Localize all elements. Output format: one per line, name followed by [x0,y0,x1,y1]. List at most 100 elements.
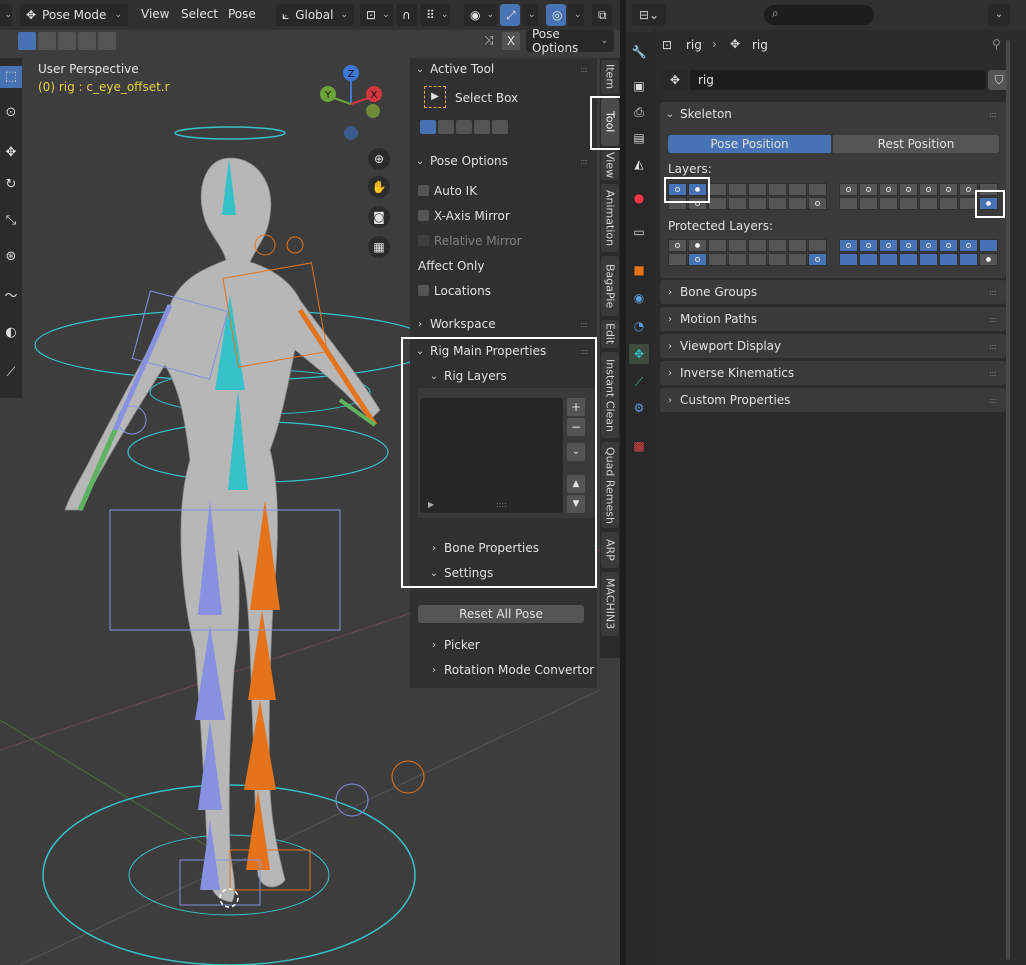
protected-layers-grid-right[interactable] [839,239,999,267]
tab-quad-remesh[interactable]: Quad Remesh [601,442,619,528]
select-subtract-icon[interactable] [58,32,76,50]
layer-toggle[interactable] [748,239,767,252]
layer-toggle[interactable] [728,197,747,210]
mode-subtract-icon[interactable] [456,120,472,134]
layer-toggle[interactable] [748,197,767,210]
layer-toggle[interactable] [839,183,858,196]
physics-icon[interactable]: ◔ [629,316,649,336]
tool-settings-icon[interactable]: 🔧 [629,42,649,62]
layer-toggle[interactable] [939,183,958,196]
scene-icon[interactable]: ◭ [629,154,649,174]
select-box-icon[interactable]: ▶ [424,86,446,108]
grip-icon[interactable]: :::: [580,320,588,329]
layer-toggle[interactable] [788,239,807,252]
layer-toggle[interactable] [788,197,807,210]
grip-icon[interactable]: :::: [989,342,997,351]
editor-type-button[interactable]: ⊟⌄ [632,4,666,26]
visibility-button[interactable]: ◉ ⌄ [464,4,498,26]
reset-all-pose-button[interactable]: Reset All Pose [418,605,584,623]
tab-bagapie[interactable]: BagaPie [601,256,619,316]
editor-type-button[interactable]: ⌄ [0,4,12,26]
layer-toggle[interactable] [748,183,767,196]
menu-view[interactable]: View [141,7,169,21]
select-invert-icon[interactable] [78,32,96,50]
tab-arp[interactable]: ARP [601,532,619,568]
layer-toggle[interactable] [839,253,858,266]
rotation-mode-convertor-header[interactable]: › Rotation Mode Convertor [424,659,597,681]
snap-toggle[interactable]: ∩ [396,4,418,26]
layer-toggle[interactable] [899,239,918,252]
rotate-tool-icon[interactable]: ↻ [0,174,22,196]
layer-toggle[interactable] [919,253,938,266]
layer-toggle[interactable] [959,239,978,252]
tab-edit[interactable]: Edit [601,320,619,348]
camera-icon[interactable]: ◙ [368,206,390,228]
layer-toggle[interactable] [879,197,898,210]
layer-toggle[interactable] [879,183,898,196]
layer-toggle[interactable] [899,183,918,196]
select-intersect-icon[interactable] [98,32,116,50]
output-icon[interactable]: ⎙ [629,102,649,122]
layer-toggle[interactable] [768,239,787,252]
tab-view[interactable]: View [601,150,619,180]
grip-icon[interactable]: :::: [580,157,588,166]
menu-pose[interactable]: Pose [228,7,256,21]
layer-toggle[interactable] [959,253,978,266]
bone-constraint-icon[interactable]: ⚙ [629,398,649,418]
layer-toggle[interactable] [708,197,727,210]
mode-select[interactable]: ✥ Pose Mode ⌄ [20,4,128,26]
layer-toggle[interactable] [979,239,998,252]
gizmo-dropdown[interactable]: ⌄ [522,4,538,26]
layer-toggle[interactable] [839,197,858,210]
picker-header[interactable]: › Picker [424,634,597,656]
layer-toggle[interactable] [708,183,727,196]
tab-animation[interactable]: Animation [601,184,619,252]
armature-data-icon[interactable]: ✥ [629,344,649,364]
xray-toggle[interactable]: ⧉ [592,4,612,26]
neg-y-axis-handle[interactable] [366,104,380,118]
layer-toggle[interactable] [668,253,687,266]
render-icon[interactable]: ▣ [629,76,649,96]
layer-toggle[interactable] [808,253,827,266]
layer-toggle[interactable] [919,197,938,210]
data-browse-icon[interactable]: ✥ [662,70,688,90]
workspace-header[interactable]: › Workspace :::: [410,313,597,335]
custom-properties-header[interactable]: › Custom Properties:::: [660,388,1006,412]
layer-toggle[interactable] [788,253,807,266]
layer-toggle[interactable] [708,239,727,252]
motion-paths-header[interactable]: › Motion Paths:::: [660,307,1006,331]
pin-icon[interactable]: ⚲ [992,37,1001,51]
menu-select[interactable]: Select [181,7,218,21]
view-layer-icon[interactable]: ▤ [629,128,649,148]
zoom-icon[interactable]: ⊕ [368,148,390,170]
pose-options-header[interactable]: ⌄ Pose Options :::: [410,150,597,172]
inverse-kinematics-header[interactable]: › Inverse Kinematics:::: [660,361,1006,385]
relative-mirror-checkbox[interactable] [418,235,429,246]
cursor-tool-icon[interactable]: ⊙ [0,102,22,124]
layer-toggle[interactable] [859,239,878,252]
layer-toggle[interactable] [788,183,807,196]
layer-toggle[interactable] [768,197,787,210]
pose-options-dropdown[interactable]: Pose Options ⌄ [526,27,614,55]
grip-icon[interactable]: :::: [989,110,997,119]
neg-z-axis-handle[interactable] [344,126,358,140]
layer-toggle[interactable] [808,183,827,196]
rest-position-button[interactable]: Rest Position [833,135,999,153]
locations-checkbox[interactable] [418,285,429,296]
navigation-gizmo[interactable]: Z Y X [318,64,388,144]
collection-icon[interactable]: ▭ [629,222,649,242]
overlay-dropdown[interactable]: ⌄ [568,4,584,26]
grip-icon[interactable]: :::: [989,315,997,324]
layer-toggle[interactable] [899,253,918,266]
world-icon[interactable]: ● [629,188,649,208]
layer-toggle[interactable] [688,253,707,266]
grid-view-icon[interactable]: ▦ [368,236,390,258]
layer-toggle[interactable] [748,253,767,266]
modifiers-icon[interactable]: ◉ [629,288,649,308]
mode-invert-icon[interactable] [474,120,490,134]
bone-groups-header[interactable]: › Bone Groups:::: [660,280,1006,304]
annotate-tool-icon[interactable]: 〜 [0,286,22,308]
tab-machin3[interactable]: MACHIN3 [601,572,619,636]
x-mirror-button[interactable]: X [502,32,520,50]
layer-toggle[interactable] [899,197,918,210]
